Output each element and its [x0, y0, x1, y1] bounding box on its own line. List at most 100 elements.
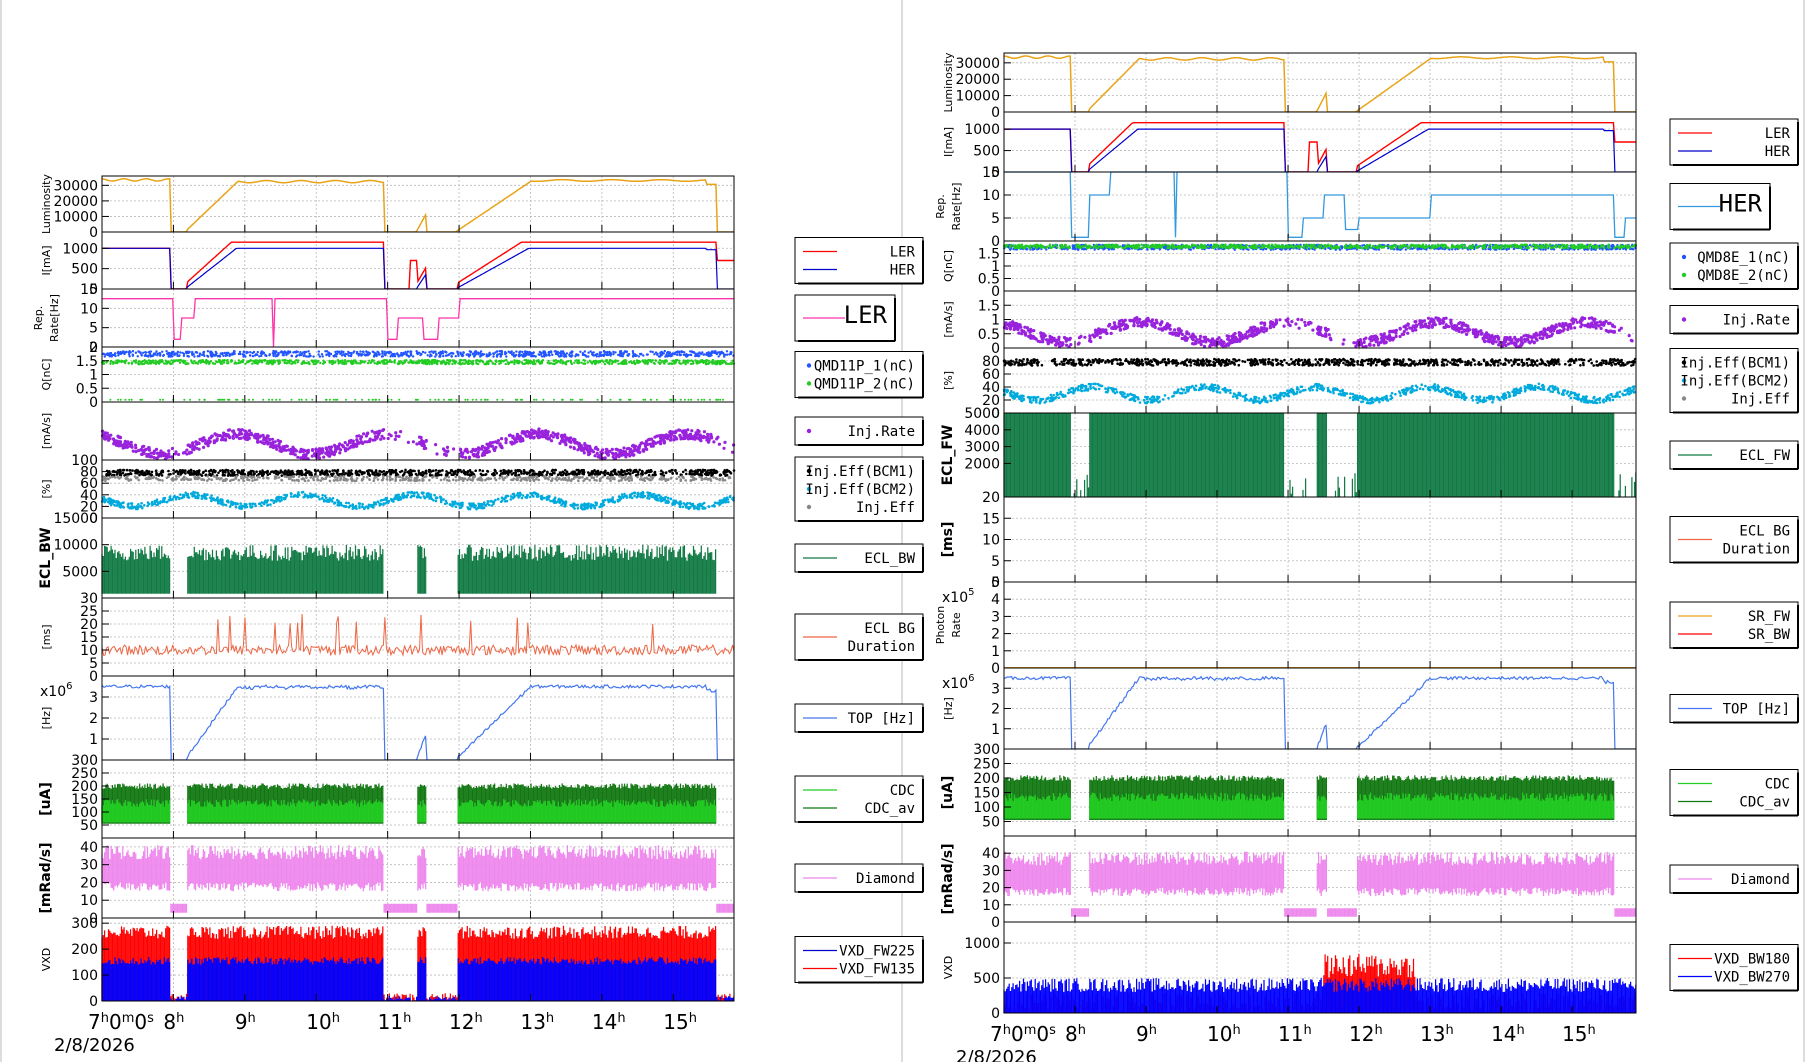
data-point — [228, 479, 232, 483]
data-point — [488, 442, 492, 446]
data-point — [558, 360, 561, 363]
data-point — [399, 479, 402, 482]
data-point — [451, 469, 454, 473]
legend-label: QMD11P_1(nC) — [814, 359, 915, 375]
data-point — [320, 471, 323, 475]
data-point — [402, 351, 405, 355]
data-point — [617, 470, 620, 474]
data-point — [466, 506, 470, 509]
data-point — [160, 470, 163, 474]
data-point — [371, 398, 374, 401]
data-point — [471, 353, 475, 356]
data-point — [351, 504, 355, 508]
data-point — [603, 362, 607, 366]
data-point — [361, 502, 364, 506]
data-point — [666, 437, 670, 441]
data-point — [452, 503, 456, 506]
data-point — [479, 504, 483, 507]
data-point — [451, 352, 454, 355]
data-point — [457, 354, 460, 357]
data-point — [140, 501, 143, 505]
data-point — [520, 430, 525, 434]
data-point — [458, 447, 463, 451]
data-point — [333, 469, 336, 472]
data-point — [487, 354, 491, 357]
data-point — [166, 361, 169, 365]
data-point — [263, 359, 266, 362]
data-point — [141, 360, 145, 363]
data-point — [245, 350, 248, 354]
data-point — [331, 362, 334, 366]
data-point — [384, 353, 387, 357]
data-point — [433, 359, 436, 363]
data-point — [499, 359, 502, 363]
data-point — [125, 350, 128, 353]
y-tick-label: 500 — [71, 262, 98, 278]
data-point — [652, 361, 656, 365]
data-point — [477, 352, 480, 356]
data-point — [166, 352, 169, 355]
data-point — [328, 470, 332, 473]
data-point — [253, 361, 256, 365]
data-point — [291, 362, 294, 365]
data-point — [300, 352, 303, 356]
data-point — [628, 495, 632, 499]
data-point — [298, 470, 302, 474]
data-point — [271, 352, 275, 355]
data-point — [382, 502, 385, 505]
data-point — [698, 433, 702, 437]
data-point — [320, 447, 325, 451]
data-point — [163, 362, 166, 365]
data-point — [464, 455, 468, 460]
data-point — [586, 361, 589, 364]
data-point — [346, 474, 350, 477]
data-point — [449, 352, 452, 355]
data-point — [723, 360, 727, 363]
data-point — [678, 428, 682, 432]
data-point — [268, 398, 270, 401]
data-point — [684, 398, 686, 401]
data-point — [114, 470, 118, 474]
data-point — [271, 499, 274, 502]
data-point — [516, 469, 519, 472]
data-point — [669, 497, 673, 501]
data-point — [185, 448, 189, 452]
data-point — [660, 472, 664, 476]
data-point — [338, 451, 342, 455]
data-point — [448, 360, 452, 363]
data-point — [580, 446, 584, 450]
data-point — [410, 470, 414, 473]
data-point — [193, 470, 196, 474]
data-point — [236, 502, 239, 506]
data-point — [593, 454, 597, 458]
data-point — [546, 470, 549, 474]
data-point — [503, 500, 507, 503]
data-point — [280, 447, 284, 451]
data-point — [307, 471, 311, 474]
data-point — [170, 359, 173, 362]
data-point — [410, 350, 413, 353]
data-point — [689, 350, 692, 353]
data-point — [636, 450, 640, 454]
data-point — [714, 471, 717, 475]
data-point — [221, 474, 225, 477]
data-point — [675, 353, 679, 357]
data-point — [331, 451, 336, 455]
data-point — [661, 353, 664, 356]
data-point — [205, 493, 208, 497]
data-point — [262, 502, 266, 506]
data-point — [257, 472, 261, 476]
data-point — [621, 362, 624, 366]
data-point — [248, 502, 252, 506]
data-point — [151, 354, 155, 357]
data-point — [532, 429, 536, 433]
data-point — [434, 398, 437, 401]
data-point — [404, 468, 407, 472]
data-point — [260, 359, 263, 362]
data-point — [532, 469, 535, 473]
data-point — [368, 474, 372, 477]
data-point — [295, 350, 298, 353]
data-point — [323, 472, 327, 475]
data-point — [332, 355, 336, 358]
data-point — [316, 469, 320, 472]
